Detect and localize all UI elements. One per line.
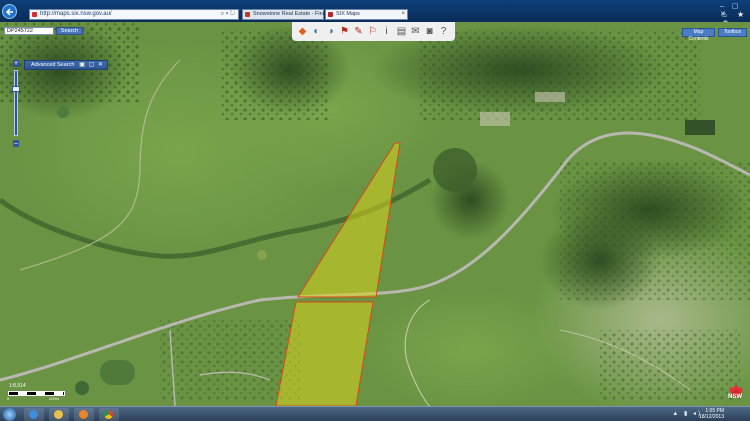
scale-end-label: 200m [49,396,60,401]
address-bar[interactable]: http://maps.six.nsw.gov.au/ ⌕ ▾ ↻ [29,9,239,20]
close-tab-icon[interactable]: × [401,10,405,19]
advanced-search-panel[interactable]: Advanced Search ▣ ▢ ✕ [24,60,108,70]
zoom-in-button[interactable]: + [13,60,19,67]
folder-icon [54,410,63,419]
measure-icon[interactable]: ◆ [296,25,309,38]
map-contents-button[interactable]: Map Contents [682,28,715,42]
scale-bar: 1:8,514 0 200m [6,383,66,403]
address-actions-icon[interactable]: ⌕ ▾ ↻ [221,10,235,19]
browser-chrome: http://maps.six.nsw.gov.au/ ⌕ ▾ ↻ Snowst… [0,0,750,28]
zoom-track[interactable] [14,70,18,136]
flag-icon[interactable]: ⚐ [366,25,379,38]
print-icon[interactable]: ▤ [395,25,408,38]
pin-icon[interactable]: ⚑ [338,25,351,38]
explorer-taskbar-button[interactable] [49,408,69,421]
clock[interactable]: 1:05 PM 18/12/2013 [699,408,724,420]
satellite-imagery [0,22,750,406]
search-input[interactable]: DP245722 [4,27,54,35]
info-icon[interactable]: ⅰ [380,25,393,38]
media-player-icon [79,410,88,419]
search-button[interactable]: Search [56,27,83,35]
nsw-logo: NSW [725,384,747,404]
back-button[interactable] [2,4,17,19]
chrome-taskbar-button[interactable] [99,408,119,421]
globe-icon[interactable]: ◑ [324,25,337,38]
camera-icon[interactable]: ◙ [423,25,436,38]
advanced-search-label: Advanced Search [31,62,75,68]
draw-icon[interactable]: ✎ [352,25,365,38]
tab-favicon-icon [245,12,250,17]
clock-date: 18/12/2013 [698,414,724,420]
tab-favicon-icon [328,12,333,17]
site-favicon-icon [32,12,37,17]
media-taskbar-button[interactable] [74,408,94,421]
toolbox-button[interactable]: Toolbox [718,28,747,37]
nsw-logo-text: NSW [728,394,742,400]
help-icon[interactable]: ? [437,25,450,38]
zoom-out-button[interactable]: – [13,140,19,147]
map-toolbar: ◆ ◐ ◑ ⚑ ✎ ⚐ ⅰ ▤ ✉ ◙ ? [292,22,455,41]
ie-icon [29,410,38,419]
tab-snowstone[interactable]: Snowstone Real Estate - Find Yo... [242,9,338,20]
aerial-map[interactable] [0,22,750,406]
taskbar: ▲ ▮ ◂) 1:05 PM 18/12/2013 [0,406,750,421]
scale-ratio: 1:8,514 [9,383,26,389]
scale-start-label: 0 [7,396,10,401]
system-tray-icons[interactable]: ▲ ▮ ◂) [672,410,702,417]
panel-controls-icon[interactable]: ▣ ▢ ✕ [79,61,104,69]
share-icon[interactable]: ✉ [409,25,422,38]
zoom-slider[interactable]: + – [12,60,20,148]
arrow-left-icon [5,8,13,16]
address-url: http://maps.six.nsw.gov.au/ [40,11,112,17]
tab-six-maps[interactable]: SIX Maps × [325,9,408,20]
globe-icon[interactable]: ◐ [310,25,323,38]
start-button[interactable] [3,408,16,421]
tab-label: SIX Maps [336,11,360,17]
chrome-icon [104,410,113,419]
ie-taskbar-button[interactable] [24,408,44,421]
zoom-handle[interactable] [12,86,20,92]
